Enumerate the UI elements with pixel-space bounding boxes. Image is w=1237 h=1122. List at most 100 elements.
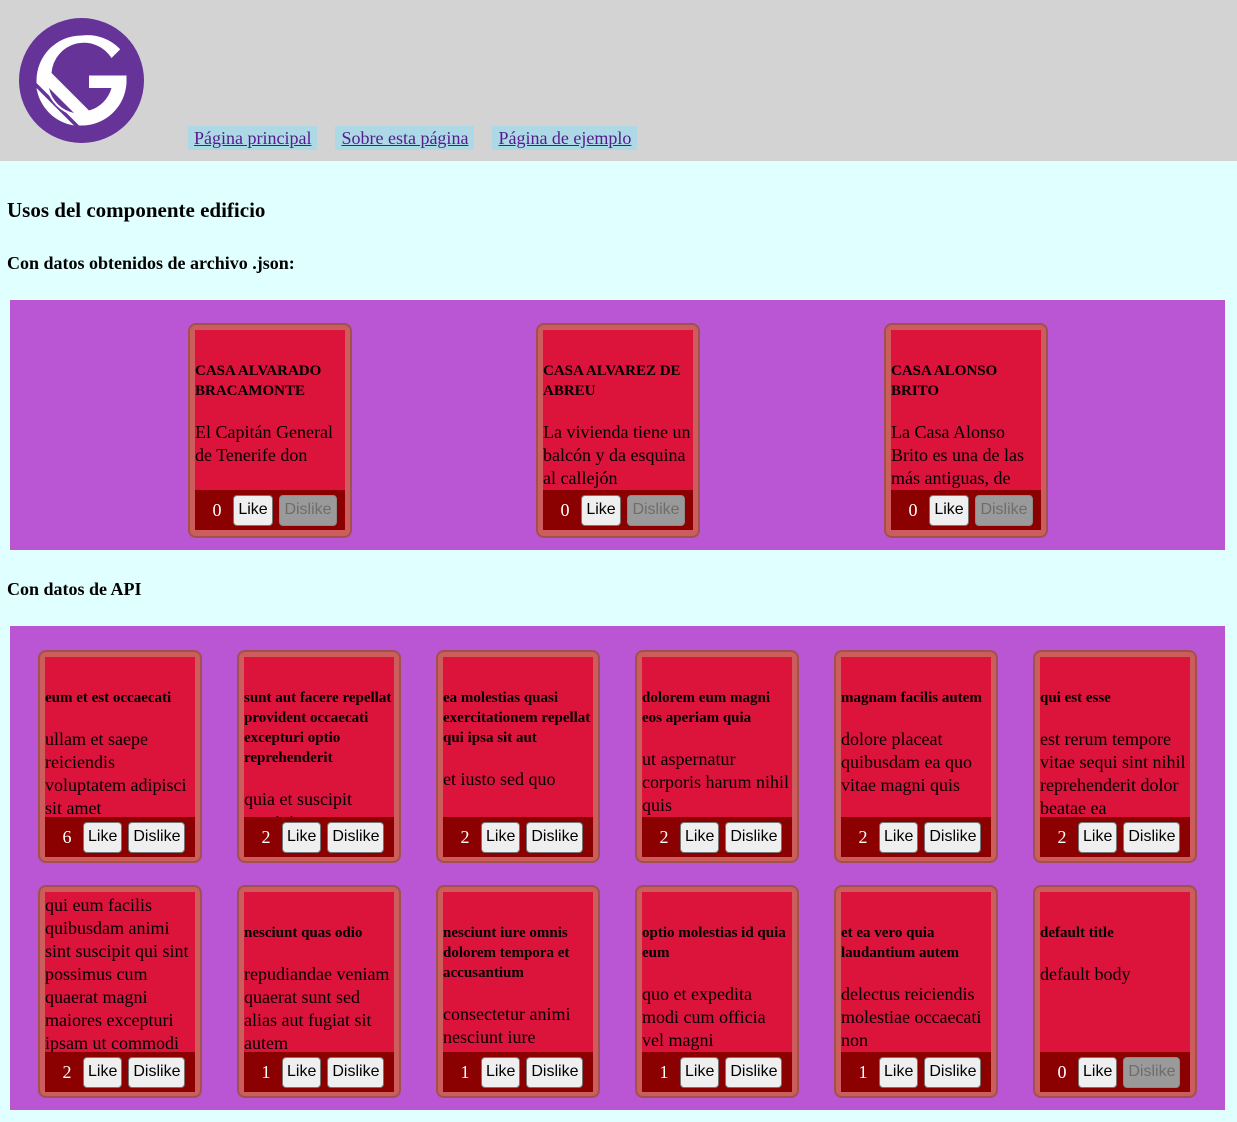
like-button[interactable]: Like [680,821,720,853]
like-button[interactable]: Like [233,494,273,526]
card-content: magnam facilis autem dolore placeat quibu… [841,657,991,817]
dislike-button[interactable]: Dislike [924,1056,982,1088]
card-body: ullam et saepe reiciendis voluptatem adi… [45,729,187,817]
card-body: ut aspernatur corporis harum nihil quis [642,749,789,815]
card-footer: 2 Like Dislike [443,817,593,857]
building-card: eum et est occaecati ullam et saepe reici… [38,650,202,863]
like-button[interactable]: Like [1078,821,1118,853]
card-title: ea molestias quasi exercitationem repell… [443,690,591,746]
like-count: 6 [62,826,72,847]
dislike-button[interactable]: Dislike [327,821,385,853]
like-button[interactable]: Like [879,1056,919,1088]
card-content: CASA ALONSO BRITO La Casa Alonso Brito es… [891,330,1041,490]
card-body: dolore placeat quibusdam ea quo vitae ma… [841,729,972,795]
card-body: et iusto sed quo [443,769,556,789]
like-button[interactable]: Like [282,821,322,853]
card-footer: 1 Like Dislike [244,1052,394,1092]
like-count: 1 [659,1061,669,1082]
card-body: quo et expedita modi cum officia vel mag… [642,984,766,1050]
card-title: sunt aut facere repellat provident occae… [244,690,392,766]
dislike-button[interactable]: Dislike [526,821,584,853]
dislike-button[interactable]: Dislike [725,1056,783,1088]
like-count: 0 [908,499,918,520]
like-button[interactable]: Like [481,821,521,853]
card-content: sunt aut facere repellat provident occae… [244,657,394,817]
building-card: magnam facilis autem dolore placeat quibu… [834,650,998,863]
card-body: La Casa Alonso Brito es una de las más a… [891,422,1024,488]
building-card: optio molestias id quia eum quo et expedi… [635,885,799,1098]
building-card: CASA ALVARADO BRACAMONTE El Capitán Gener… [188,323,352,538]
dislike-button[interactable]: Dislike [279,494,337,526]
main-nav: Página principal Sobre esta página Págin… [188,126,638,150]
like-button[interactable]: Like [680,1056,720,1088]
dislike-button[interactable]: Dislike [725,821,783,853]
card-body: repudiandae veniam quaerat sunt sed alia… [244,964,390,1052]
gatsby-logo-icon[interactable] [19,18,144,143]
like-count: 2 [460,826,470,847]
like-button[interactable]: Like [879,821,919,853]
like-count: 1 [858,1061,868,1082]
card-body: qui eum facilis quibusdam animi sint sus… [45,895,189,1052]
card-body: El Capitán General de Tenerife don [195,422,333,465]
building-card: CASA ALONSO BRITO La Casa Alonso Brito es… [884,323,1048,538]
nav-link-home[interactable]: Página principal [188,126,318,150]
dislike-button[interactable]: Dislike [924,821,982,853]
like-button[interactable]: Like [83,821,123,853]
like-button[interactable]: Like [481,1056,521,1088]
card-content: nesciunt iure omnis dolorem tempora et a… [443,892,593,1052]
like-button[interactable]: Like [929,494,969,526]
card-footer: 2 Like Dislike [45,1052,195,1092]
card-footer: 1 Like Dislike [443,1052,593,1092]
building-card: qui eum facilis quibusdam animi sint sus… [38,885,202,1098]
card-title: CASA ALVAREZ DE ABREU [543,363,681,399]
card-title: default title [1040,925,1114,941]
card-content: et ea vero quia laudantium autem delectus… [841,892,991,1052]
dislike-button[interactable]: Dislike [975,494,1033,526]
like-button[interactable]: Like [83,1056,123,1088]
like-button[interactable]: Like [1078,1056,1118,1088]
card-body: delectus reiciendis molestiae occaecati … [841,984,982,1050]
card-content: qui est esse est rerum tempore vitae sequ… [1040,657,1190,817]
like-count: 2 [261,826,271,847]
building-card: qui est esse est rerum tempore vitae sequ… [1033,650,1197,863]
card-footer: 6 Like Dislike [45,817,195,857]
card-content: CASA ALVAREZ DE ABREU La vivienda tiene u… [543,330,693,490]
dislike-button[interactable]: Dislike [1123,821,1181,853]
like-count: 2 [858,826,868,847]
building-card: ea molestias quasi exercitationem repell… [436,650,600,863]
card-title: et ea vero quia laudantium autem [841,925,959,961]
dislike-button[interactable]: Dislike [526,1056,584,1088]
json-cards-panel: CASA ALVARADO BRACAMONTE El Capitán Gener… [10,300,1225,550]
card-footer: 0 Like Dislike [1040,1052,1190,1092]
nav-link-example[interactable]: Página de ejemplo [492,126,638,150]
dislike-button[interactable]: Dislike [1123,1056,1181,1088]
card-title: CASA ALONSO BRITO [891,363,998,399]
card-title: qui est esse [1040,690,1111,706]
page-title: Usos del componente edificio [7,198,266,222]
like-button[interactable]: Like [282,1056,322,1088]
card-body: La vivienda tiene un balcón y da esquina… [543,422,691,488]
section-json-heading: Con datos obtenidos de archivo .json: [7,253,295,273]
like-button[interactable]: Like [581,494,621,526]
nav-link-about[interactable]: Sobre esta página [335,126,475,150]
building-card: nesciunt quas odio repudiandae veniam qua… [237,885,401,1098]
building-card: dolorem eum magni eos aperiam quia ut asp… [635,650,799,863]
dislike-button[interactable]: Dislike [327,1056,385,1088]
dislike-button[interactable]: Dislike [627,494,685,526]
card-content: CASA ALVARADO BRACAMONTE El Capitán Gener… [195,330,345,490]
card-title: optio molestias id quia eum [642,925,786,961]
card-title: dolorem eum magni eos aperiam quia [642,690,771,726]
card-body: est rerum tempore vitae sequi sint nihil… [1040,729,1186,817]
card-title: magnam facilis autem [841,690,982,706]
card-title: eum et est occaecati [45,690,172,706]
card-content: ea molestias quasi exercitationem repell… [443,657,593,817]
card-footer: 1 Like Dislike [841,1052,991,1092]
card-title: nesciunt quas odio [244,925,363,941]
like-count: 0 [212,499,222,520]
card-footer: 2 Like Dislike [1040,817,1190,857]
dislike-button[interactable]: Dislike [128,821,186,853]
card-body: consectetur animi nesciunt iure [443,1004,571,1047]
building-card: sunt aut facere repellat provident occae… [237,650,401,863]
dislike-button[interactable]: Dislike [128,1056,186,1088]
card-content: nesciunt quas odio repudiandae veniam qua… [244,892,394,1052]
